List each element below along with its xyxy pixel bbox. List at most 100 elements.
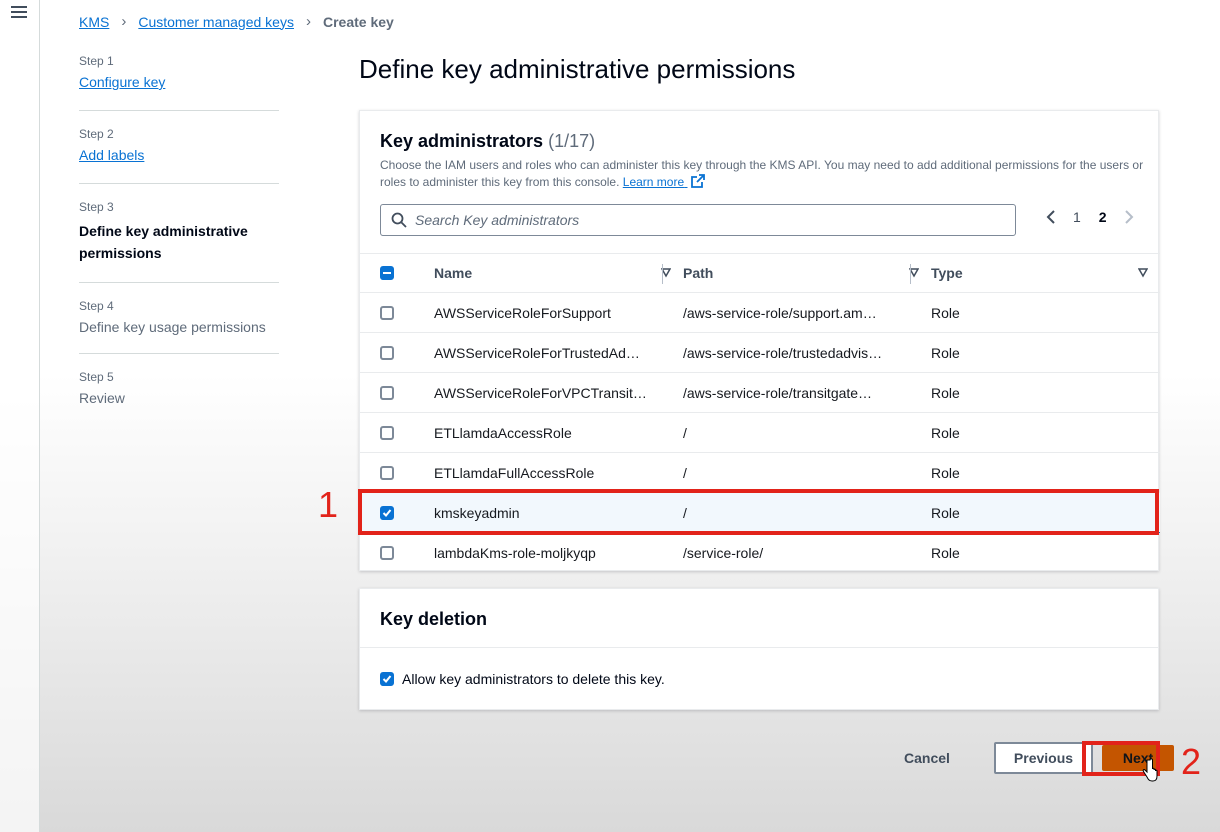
select-all-checkbox[interactable] [380,266,394,280]
page-title: Define key administrative permissions [359,54,796,84]
step-label-disabled: Review [79,390,125,406]
cell-path: / [683,504,687,521]
step-2: Step 2 Add labels [79,127,279,184]
select-all-cell [360,266,434,280]
cell-path: / [683,424,687,441]
allow-deletion-option[interactable]: Allow key administrators to delete this … [380,671,665,687]
key-administrators-panel: Key administrators (1/17) Choose the IAM… [359,110,1160,573]
hamburger-menu-icon[interactable] [11,6,27,20]
cell-name: ETLlamdaFullAccessRole [434,464,595,481]
cell-type: Role [931,384,960,401]
row-checkbox-cell [360,345,434,360]
checkmark-icon [382,675,392,683]
panel-title-text: Key administrators [380,131,544,151]
chevron-right-icon: › [305,13,311,30]
cell-type: Role [931,504,960,521]
wizard-actions: Cancel Previous Next [890,742,1175,774]
table-row[interactable]: AWSServiceRoleForVPCTransit… /aws-servic… [360,373,1160,413]
row-checkbox-cell [360,465,434,480]
row-checkbox-cell [360,305,434,320]
cell-type: Role [931,304,960,321]
cell-type: Role [931,464,960,481]
table-row[interactable]: ETLlamdaFullAccessRole / Role [360,453,1160,493]
side-nav-bar [0,0,40,832]
cell-name: AWSServiceRoleForSupport [434,304,611,321]
cell-path: / [683,464,687,481]
table-row[interactable]: ETLlamdaAccessRole / Role [360,413,1160,453]
next-button[interactable]: Next [1102,745,1175,771]
column-divider[interactable] [662,264,663,284]
step-3: Step 3 Define key administrative permiss… [79,200,279,283]
step-number: Step 3 [79,200,114,214]
step-label-disabled: Define key usage permissions [79,319,266,335]
cell-path: /aws-service-role/trustedadvis… [683,344,883,361]
row-checkbox-cell [360,385,434,400]
learn-more-link[interactable]: Learn more [622,174,705,189]
row-checkbox[interactable] [380,546,394,560]
column-header-type[interactable]: Type [931,265,1160,281]
learn-more-label: Learn more [622,175,685,189]
cell-name: AWSServiceRoleForVPCTransit… [434,384,647,401]
external-link-icon [690,174,705,188]
row-checkbox-cell [360,505,434,520]
step-5: Step 5 Review [79,370,279,424]
page-1-button[interactable]: 1 [1073,209,1081,225]
search-input[interactable] [415,212,1015,228]
step-4: Step 4 Define key usage permissions [79,299,279,354]
row-checkbox[interactable] [380,465,394,480]
chevron-right-icon[interactable] [1124,210,1134,224]
annotation-number-2: 2 [1181,741,1202,782]
table-row-selected[interactable]: kmskeyadmin / Role [360,493,1160,533]
previous-button[interactable]: Previous [993,742,1094,774]
panel-description: Choose the IAM users and roles who can a… [380,157,1145,191]
column-header-name[interactable]: Name [434,265,683,281]
step-label-active: Define key administrative permissions [79,223,248,261]
step-link-configure-key[interactable]: Configure key [79,74,165,90]
breadcrumb-customer-managed-keys[interactable]: Customer managed keys [138,14,294,30]
page-2-button[interactable]: 2 [1099,209,1107,225]
row-checkbox[interactable] [380,425,394,440]
column-header-path[interactable]: Path [683,265,931,281]
cancel-button[interactable]: Cancel [890,744,964,772]
table-row[interactable]: AWSServiceRoleForTrustedAd… /aws-service… [360,333,1160,373]
chevron-right-icon: › [121,13,127,30]
description-text: Choose the IAM users and roles who can a… [380,158,1144,189]
cell-type: Role [931,424,960,441]
step-number: Step 5 [79,370,114,384]
row-checkbox-checked[interactable] [380,505,394,520]
panel-title: Key deletion [380,609,488,629]
column-label: Path [683,265,714,281]
chevron-left-icon[interactable] [1046,210,1056,224]
annotation-number-1: 1 [318,484,339,525]
step-number: Step 2 [79,127,114,141]
cell-name: AWSServiceRoleForTrustedAd… [434,344,640,361]
selection-count: (1/17) [548,131,596,151]
cell-path: /service-role/ [683,545,764,561]
step-number: Step 4 [79,299,114,313]
row-checkbox[interactable] [380,385,394,400]
wizard-steps: Step 1 Configure key Step 2 Add labels S… [79,54,279,440]
breadcrumb-current: Create key [322,13,394,30]
cell-name: ETLlamdaAccessRole [434,424,572,441]
breadcrumb: KMS › Customer managed keys › Create key [79,13,394,30]
sort-down-icon[interactable] [1138,268,1148,278]
table-row[interactable]: AWSServiceRoleForSupport /aws-service-ro… [360,293,1160,333]
row-checkbox[interactable] [380,345,394,360]
row-checkbox-cell [360,425,434,440]
allow-deletion-checkbox[interactable] [380,672,394,686]
table-header: Name Path Type [360,253,1160,293]
cell-name: lambdaKms-role-moljkyqp [434,545,596,561]
breadcrumb-kms[interactable]: KMS [79,14,109,30]
cell-type: Role [931,344,960,361]
cell-type: Role [931,545,960,561]
search-icon [391,212,407,228]
row-checkbox[interactable] [380,305,394,320]
search-input-wrapper [380,204,1016,236]
step-link-add-labels[interactable]: Add labels [79,147,144,163]
table-row[interactable]: lambdaKms-role-moljkyqp /service-role/ R… [360,533,1160,573]
divider [360,647,1158,648]
column-divider[interactable] [910,264,911,284]
panel-title: Key administrators (1/17) [380,131,595,152]
administrators-table: Name Path Type AWSServiceRoleForSupport … [360,253,1160,573]
step-1: Step 1 Configure key [79,54,279,111]
